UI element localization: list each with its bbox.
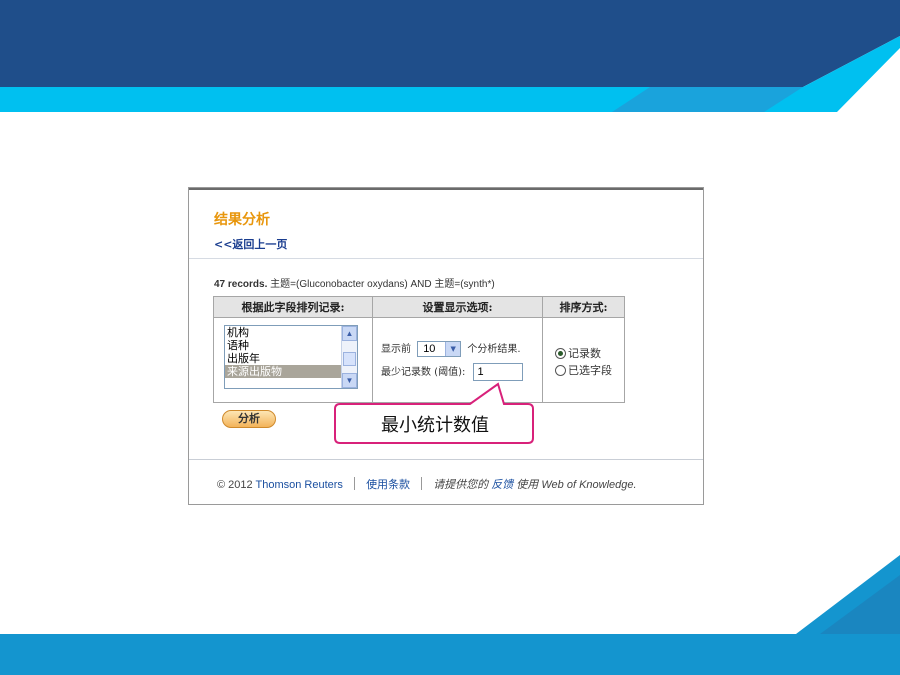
- scroll-thumb[interactable]: [343, 352, 356, 366]
- min-records-label: 最少记录数 (阈值):: [381, 367, 466, 378]
- company-link[interactable]: Thomson Reuters: [256, 479, 343, 491]
- sort-option-count[interactable]: 记录数: [555, 345, 601, 361]
- show-count-value: 10: [423, 343, 436, 355]
- arrow-up-icon[interactable]: ▲: [342, 326, 357, 341]
- header-sort: 排序方式:: [542, 296, 625, 318]
- footer-separator: [354, 477, 355, 490]
- footer: © 2012 Thomson Reuters 使用条款 请提供您的 反馈 使用 …: [217, 476, 637, 492]
- slide-footer-band: [0, 545, 900, 675]
- sort-cell: 记录数 已选字段: [542, 317, 625, 403]
- header-display-options: 设置显示选项:: [372, 296, 543, 318]
- header-field: 根据此字段排列记录:: [213, 296, 373, 318]
- record-count: 47 records.: [214, 279, 268, 290]
- list-item[interactable]: 语种: [225, 339, 343, 352]
- analysis-screenshot: 结果分析 <<返回上一页 47 records. 主题=(Gluconobact…: [188, 187, 704, 505]
- sort-option-label: 记录数: [568, 347, 601, 360]
- feedback-text: 请提供您的 反馈 使用 Web of Knowledge.: [433, 479, 636, 491]
- query-summary: 47 records. 主题=(Gluconobacter oxydans) A…: [214, 275, 495, 290]
- footer-divider: [189, 459, 703, 460]
- list-item[interactable]: 出版年: [225, 352, 343, 365]
- list-item-selected[interactable]: 来源出版物: [225, 365, 343, 378]
- terms-link[interactable]: 使用条款: [366, 479, 410, 491]
- copyright-text: © 2012: [217, 479, 256, 491]
- radio-unchecked-icon[interactable]: [555, 365, 566, 376]
- slide-header-band: [0, 0, 900, 112]
- feedback-link[interactable]: 反馈: [491, 479, 513, 491]
- feedback-prefix: 请提供您的: [433, 479, 492, 491]
- divider: [189, 258, 703, 259]
- show-count-select[interactable]: 10 ▼: [417, 341, 462, 357]
- callout-label: 最小统计数值: [381, 415, 489, 436]
- show-top-row: 显示前 10 ▼ 个分析结果.: [381, 340, 521, 357]
- radio-checked-icon[interactable]: [555, 348, 566, 359]
- feedback-suffix: 使用 Web of Knowledge.: [513, 479, 637, 491]
- footer-separator: [421, 477, 423, 490]
- analyze-button[interactable]: 分析: [222, 410, 276, 428]
- sort-option-label: 已选字段: [568, 364, 612, 377]
- page-title: 结果分析: [214, 212, 270, 228]
- back-link[interactable]: <<返回上一页: [214, 236, 287, 252]
- show-suffix-label: 个分析结果.: [467, 344, 521, 355]
- chevron-down-icon[interactable]: ▼: [445, 342, 461, 356]
- top-border: [189, 188, 703, 190]
- sort-option-field[interactable]: 已选字段: [555, 362, 612, 378]
- list-item[interactable]: 机构: [225, 326, 343, 339]
- query-text: 主题=(Gluconobacter oxydans) AND 主题=(synth…: [267, 279, 495, 290]
- show-prefix-label: 显示前: [381, 344, 411, 355]
